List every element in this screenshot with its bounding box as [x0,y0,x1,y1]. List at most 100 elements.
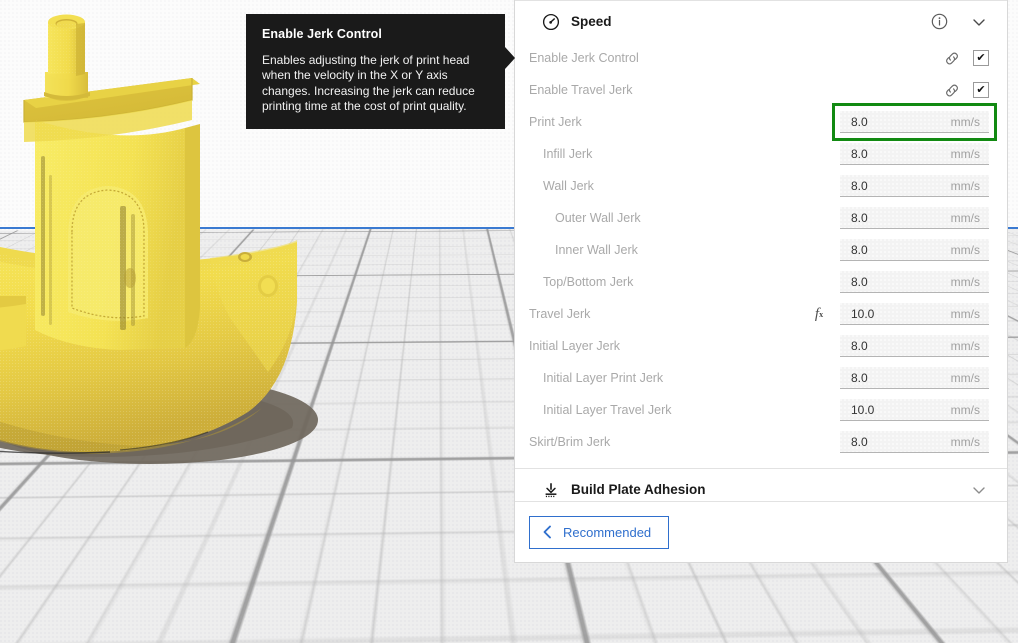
setting-input-wrapper: 10.0 mm/s [840,303,989,325]
setting-input-wrapper: 8.0 mm/s [840,335,989,357]
setting-value: 8.0 [840,115,868,129]
setting-unit: mm/s [951,339,989,353]
setting-label: Enable Travel Jerk [529,83,944,97]
setting-control: 8.0 mm/s [840,431,989,453]
setting-number-input[interactable]: 8.0 mm/s [840,239,989,261]
setting-label: Top/Bottom Jerk [543,275,840,289]
setting-input-wrapper: 8.0 mm/s [840,175,989,197]
setting-row[interactable]: Infill Jerk 8.0 mm/s [515,138,1008,170]
setting-number-input[interactable]: 8.0 mm/s [840,111,989,133]
setting-unit: mm/s [951,403,989,417]
setting-label: Initial Layer Jerk [529,339,840,353]
link-icon[interactable] [944,82,960,98]
setting-unit: mm/s [951,435,989,449]
setting-label: Inner Wall Jerk [555,243,840,257]
setting-label: Travel Jerk [529,307,811,321]
info-icon[interactable] [930,13,948,31]
setting-number-input[interactable]: 8.0 mm/s [840,175,989,197]
setting-control: ✔ [944,82,989,98]
setting-number-input[interactable]: 8.0 mm/s [840,335,989,357]
setting-unit: mm/s [951,371,989,385]
setting-row[interactable]: Wall Jerk 8.0 mm/s [515,170,1008,202]
chevron-left-icon [541,524,554,540]
setting-number-input[interactable]: 10.0 mm/s [840,399,989,421]
setting-label: Print Jerk [529,115,840,129]
setting-row[interactable]: Initial Layer Jerk 8.0 mm/s [515,330,1008,362]
setting-value: 8.0 [840,243,868,257]
category-title-build-plate-adhesion: Build Plate Adhesion [571,482,970,497]
category-header-build-plate-adhesion[interactable]: Build Plate Adhesion [515,468,1008,502]
setting-number-input[interactable]: 8.0 mm/s [840,431,989,453]
setting-row[interactable]: Initial Layer Print Jerk 8.0 mm/s [515,362,1008,394]
setting-label: Initial Layer Travel Jerk [543,403,840,417]
setting-checkbox[interactable]: ✔ [973,50,989,66]
setting-control: 8.0 mm/s [840,175,989,197]
setting-input-wrapper: 8.0 mm/s [840,143,989,165]
setting-number-input[interactable]: 8.0 mm/s [840,271,989,293]
cura-application-window: Enable Jerk Control Enables adjusting th… [0,0,1018,643]
setting-control: 8.0 mm/s [840,111,989,133]
setting-control: f x 10.0 mm/s [811,303,989,325]
tooltip-arrow [505,47,515,69]
category-title-speed: Speed [571,14,930,29]
setting-input-wrapper: 8.0 mm/s [840,111,989,133]
setting-value: 8.0 [840,435,868,449]
category-header-speed[interactable]: Speed [515,0,1008,42]
setting-value: 8.0 [840,179,868,193]
setting-number-input[interactable]: 8.0 mm/s [840,207,989,229]
setting-control: 8.0 mm/s [840,239,989,261]
setting-unit: mm/s [951,115,989,129]
chevron-down-icon-build-plate-adhesion[interactable] [970,481,988,499]
setting-tooltip: Enable Jerk Control Enables adjusting th… [246,14,505,129]
setting-input-wrapper: 8.0 mm/s [840,367,989,389]
setting-unit: mm/s [951,147,989,161]
setting-value: 10.0 [840,307,874,321]
build-plate-adhesion-icon [541,480,561,500]
setting-unit: mm/s [951,275,989,289]
setting-value: 8.0 [840,339,868,353]
setting-row[interactable]: Top/Bottom Jerk 8.0 mm/s [515,266,1008,298]
link-icon[interactable] [944,50,960,66]
panel-footer: Recommended [515,501,1008,562]
setting-input-wrapper: 8.0 mm/s [840,271,989,293]
setting-number-input[interactable]: 10.0 mm/s [840,303,989,325]
settings-list: Enable Jerk Control ✔ Enable Travel Jerk ✔ P… [515,42,1008,458]
setting-control: 8.0 mm/s [840,367,989,389]
setting-label: Skirt/Brim Jerk [529,435,840,449]
setting-control: ✔ [944,50,989,66]
setting-unit: mm/s [951,179,989,193]
setting-row[interactable]: Enable Jerk Control ✔ [515,42,1008,74]
setting-row[interactable]: Inner Wall Jerk 8.0 mm/s [515,234,1008,266]
setting-value: 10.0 [840,403,874,417]
setting-control: 10.0 mm/s [840,399,989,421]
setting-label: Infill Jerk [543,147,840,161]
setting-label: Wall Jerk [543,179,840,193]
setting-row[interactable]: Enable Travel Jerk ✔ [515,74,1008,106]
setting-control: 8.0 mm/s [840,207,989,229]
setting-input-wrapper: 8.0 mm/s [840,239,989,261]
setting-value: 8.0 [840,211,868,225]
setting-label: Outer Wall Jerk [555,211,840,225]
settings-scroll-area[interactable]: Speed Enable Jerk Control ✔ Enable Trave… [515,0,1008,502]
setting-label: Initial Layer Print Jerk [543,371,840,385]
setting-number-input[interactable]: 8.0 mm/s [840,143,989,165]
setting-number-input[interactable]: 8.0 mm/s [840,367,989,389]
setting-control: 8.0 mm/s [840,271,989,293]
setting-row[interactable]: Initial Layer Travel Jerk 10.0 mm/s [515,394,1008,426]
setting-input-wrapper: 8.0 mm/s [840,431,989,453]
setting-control: 8.0 mm/s [840,335,989,357]
recommended-mode-button[interactable]: Recommended [529,516,669,549]
chevron-down-icon-speed[interactable] [970,13,988,31]
setting-unit: mm/s [951,307,989,321]
setting-control: 8.0 mm/s [840,143,989,165]
setting-checkbox[interactable]: ✔ [973,82,989,98]
setting-row[interactable]: Skirt/Brim Jerk 8.0 mm/s [515,426,1008,458]
setting-unit: mm/s [951,243,989,257]
custom-settings-panel: Speed Enable Jerk Control ✔ Enable Trave… [514,0,1008,563]
setting-row[interactable]: Travel Jerk f x 10.0 mm/s [515,298,1008,330]
setting-row[interactable]: Print Jerk 8.0 mm/s [515,106,1008,138]
setting-row[interactable]: Outer Wall Jerk 8.0 mm/s [515,202,1008,234]
speedometer-icon [541,12,561,32]
function-icon[interactable]: fx [811,306,827,322]
tooltip-title: Enable Jerk Control [262,27,489,41]
